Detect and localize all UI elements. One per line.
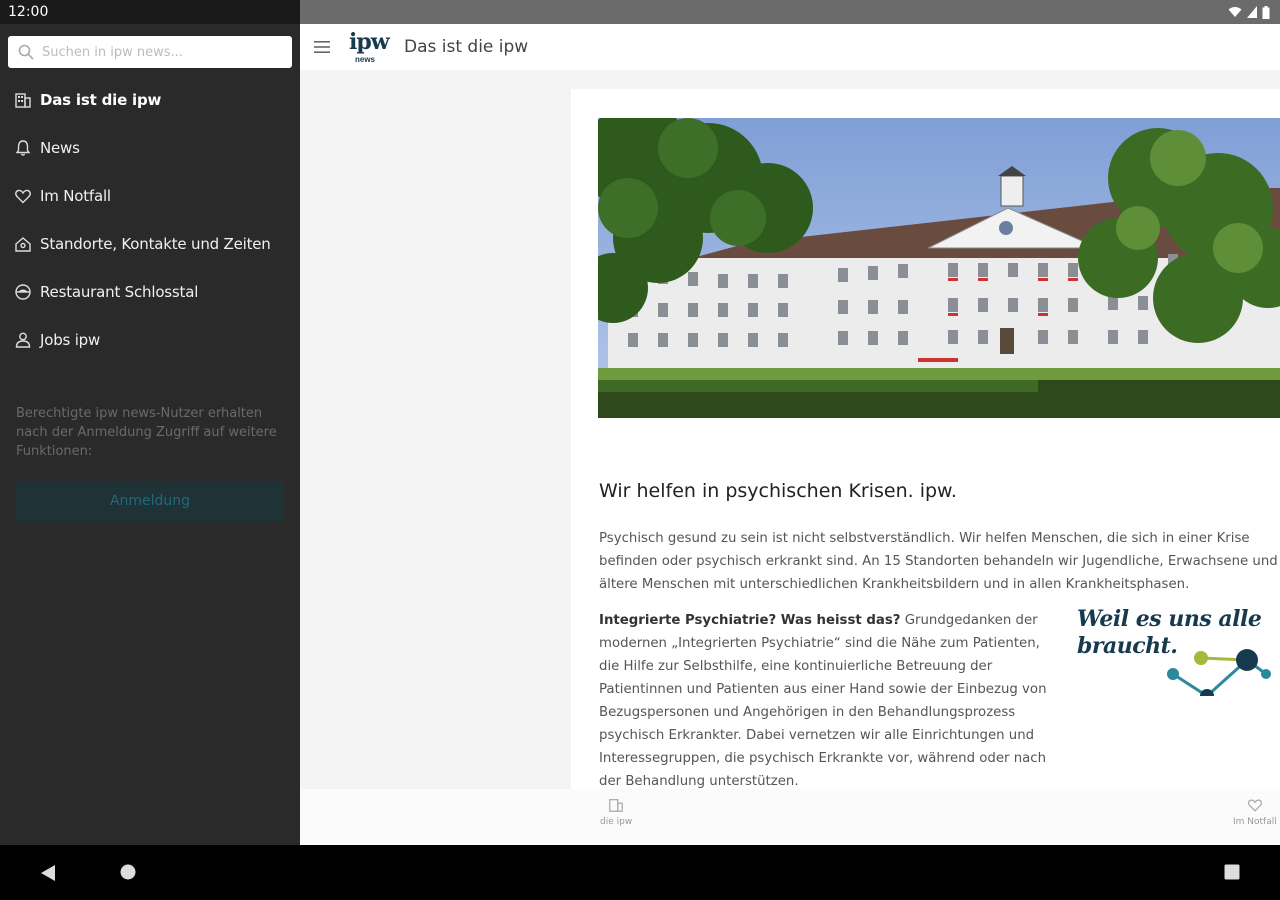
wifi-icon bbox=[1228, 7, 1242, 17]
status-time: 12:00 bbox=[8, 4, 49, 20]
drawer-nav: Das ist die ipw News Im Notfall Standort… bbox=[0, 76, 300, 364]
nav-item-news[interactable]: News bbox=[0, 124, 300, 172]
nav-item-standorte[interactable]: Standorte, Kontakte und Zeiten bbox=[0, 220, 300, 268]
nav-item-restaurant[interactable]: Restaurant Schlosstal bbox=[0, 268, 300, 316]
ipw-news-logo: ipw news bbox=[348, 27, 392, 67]
status-bar-left: 12:00 bbox=[0, 0, 300, 24]
building-photo bbox=[598, 118, 1280, 418]
nav-item-label: Standorte, Kontakte und Zeiten bbox=[40, 235, 271, 253]
nav-item-label: Das ist die ipw bbox=[40, 91, 162, 109]
nav-item-jobs[interactable]: Jobs ipw bbox=[0, 316, 300, 364]
home-icon[interactable] bbox=[120, 864, 136, 880]
network-icon bbox=[1167, 649, 1271, 696]
section-body: Grundgedanken der modernen „Integrierten… bbox=[599, 613, 1047, 789]
status-bar-right bbox=[300, 0, 1280, 24]
nav-item-label: Restaurant Schlosstal bbox=[40, 283, 199, 301]
bottom-nav-label: Im Notfall bbox=[1233, 817, 1277, 827]
nav-item-das-ist-die-ipw[interactable]: Das ist die ipw bbox=[0, 76, 300, 124]
heart-icon bbox=[1247, 799, 1262, 812]
section-title: Integrierte Psychiatrie? Was heisst das? bbox=[599, 613, 901, 628]
slogan-line-1: Weil es uns alle bbox=[1077, 606, 1262, 632]
slogan-graphic: Weil es uns alle braucht. bbox=[1077, 606, 1277, 706]
bottom-nav-label: die ipw bbox=[600, 817, 633, 827]
article-card: Wir helfen in psychischen Krisen. ipw. P… bbox=[571, 89, 1280, 789]
nav-item-label: Jobs ipw bbox=[40, 331, 101, 349]
app-bar: ipw news Das ist die ipw bbox=[300, 24, 1280, 70]
main-area: ipw news Das ist die ipw Wir helfen in p… bbox=[300, 0, 1280, 845]
building-icon bbox=[15, 93, 31, 108]
nav-item-im-notfall[interactable]: Im Notfall bbox=[0, 172, 300, 220]
login-info-text: Berechtigte ipw news-Nutzer erhalten nac… bbox=[16, 406, 277, 459]
battery-icon bbox=[1262, 5, 1270, 19]
bottom-nav-die-ipw[interactable]: die ipw bbox=[600, 797, 632, 827]
page-title: Das ist die ipw bbox=[404, 37, 529, 57]
article-headline: Wir helfen in psychischen Krisen. ipw. bbox=[599, 480, 957, 502]
back-icon[interactable] bbox=[40, 864, 56, 882]
person-icon bbox=[15, 332, 31, 348]
logo-text: ipw bbox=[349, 29, 390, 55]
search-icon bbox=[18, 44, 34, 60]
building-icon bbox=[609, 799, 623, 812]
restaurant-icon bbox=[15, 284, 31, 300]
system-navigation-bar bbox=[0, 845, 1280, 900]
hero-image bbox=[598, 118, 1280, 418]
location-icon bbox=[15, 237, 31, 252]
login-button[interactable]: Anmeldung bbox=[16, 481, 284, 521]
signal-icon bbox=[1247, 6, 1257, 18]
search-box[interactable] bbox=[8, 36, 292, 68]
article-section: Integrierte Psychiatrie? Was heisst das?… bbox=[599, 609, 1047, 789]
search-input[interactable] bbox=[42, 44, 262, 60]
navigation-drawer: 12:00 Das ist die ipw News bbox=[0, 0, 300, 845]
recents-icon[interactable] bbox=[1224, 864, 1240, 880]
bell-icon bbox=[15, 140, 31, 156]
logo-subtext: news bbox=[355, 55, 376, 64]
heart-icon bbox=[15, 189, 31, 204]
nav-item-label: Im Notfall bbox=[40, 187, 111, 205]
menu-icon[interactable] bbox=[314, 40, 330, 54]
bottom-navigation: die ipw Im Notfall bbox=[300, 789, 1280, 845]
nav-item-label: News bbox=[40, 139, 80, 157]
bottom-nav-im-notfall[interactable]: Im Notfall bbox=[1233, 797, 1277, 827]
article-intro: Psychisch gesund zu sein ist nicht selbs… bbox=[599, 531, 1278, 592]
